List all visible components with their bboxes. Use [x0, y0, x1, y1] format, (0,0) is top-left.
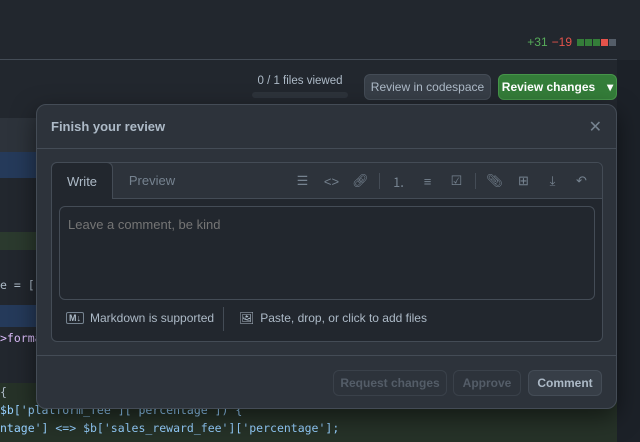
code-icon[interactable]: <> — [317, 174, 346, 189]
review-changes-label: Review changes — [501, 80, 596, 94]
request-changes-button[interactable]: Request changes — [333, 370, 447, 396]
review-in-codespace-button[interactable]: Review in codespace — [364, 74, 491, 100]
insert-below-icon[interactable]: ⤓ — [538, 173, 567, 189]
divider — [223, 307, 224, 331]
divider — [37, 148, 616, 149]
diff-blocks — [576, 35, 616, 49]
close-icon[interactable]: ✕ — [589, 117, 602, 137]
undo-icon[interactable]: ↶ — [567, 173, 596, 189]
finish-review-dialog: Finish your review ✕ Write Preview ☰ <> … — [36, 104, 617, 409]
diff-block — [577, 39, 584, 46]
review-changes-button[interactable]: Review changes ▾ — [498, 74, 617, 100]
added-row — [0, 232, 40, 250]
comment-editor: Write Preview ☰ <> 🔗︎ ⒈ ≡ ☑ 📎︎ ⊞ ⤓ ↶ M↓M… — [51, 162, 603, 342]
divider — [475, 173, 476, 189]
editor-tabs: Write Preview ☰ <> 🔗︎ ⒈ ≡ ☑ 📎︎ ⊞ ⤓ ↶ — [51, 162, 602, 199]
paperclip-icon[interactable]: 📎︎ — [480, 173, 509, 189]
markdown-icon: M↓ — [66, 312, 84, 324]
unordered-list-icon[interactable]: ≡ — [413, 174, 442, 189]
divider — [0, 59, 617, 60]
comment-input[interactable] — [59, 206, 595, 300]
caret-down-icon: ▾ — [607, 80, 614, 94]
divider — [379, 173, 380, 189]
additions-count: +31 — [527, 35, 548, 49]
tab-preview[interactable]: Preview — [114, 162, 190, 199]
markdown-note[interactable]: M↓ Markdown is supported — [66, 311, 214, 325]
approve-button[interactable]: Approve — [453, 370, 521, 396]
diff-block — [585, 39, 592, 46]
comment-button[interactable]: Comment — [528, 370, 602, 396]
deletions-count: −19 — [551, 35, 572, 49]
divider — [37, 355, 616, 356]
heading-icon[interactable]: ☰ — [288, 173, 317, 189]
attach-files[interactable]: 🖼︎ Paste, drop, or click to add files — [239, 311, 427, 325]
hunk-row — [0, 152, 40, 178]
code-line: ntage'] <=> $b['sales_reward_fee']['perc… — [0, 419, 617, 442]
tab-write[interactable]: Write — [51, 162, 113, 199]
diff-stats: +31 −19 — [527, 35, 616, 49]
ordered-list-icon[interactable]: ⒈ — [384, 172, 413, 191]
hunk-row — [0, 305, 40, 327]
attach-files-label: Paste, drop, or click to add files — [260, 311, 427, 325]
dialog-title: Finish your review — [51, 119, 166, 134]
markdown-note-label: Markdown is supported — [90, 311, 215, 325]
files-viewed-progress — [252, 92, 348, 98]
diff-block — [601, 39, 608, 46]
code-header — [0, 118, 40, 152]
diff-block — [609, 39, 616, 46]
files-viewed-label: 0 / 1 files viewed — [257, 75, 343, 87]
table-icon[interactable]: ⊞ — [509, 173, 538, 189]
link-icon[interactable]: 🔗︎ — [346, 173, 375, 189]
diff-block — [593, 39, 600, 46]
scroll-gutter — [617, 60, 640, 442]
markdown-toolbar: ☰ <> 🔗︎ ⒈ ≡ ☑ 📎︎ ⊞ ⤓ ↶ — [288, 163, 596, 199]
task-list-icon[interactable]: ☑ — [442, 173, 471, 189]
image-icon: 🖼︎ — [239, 311, 255, 325]
